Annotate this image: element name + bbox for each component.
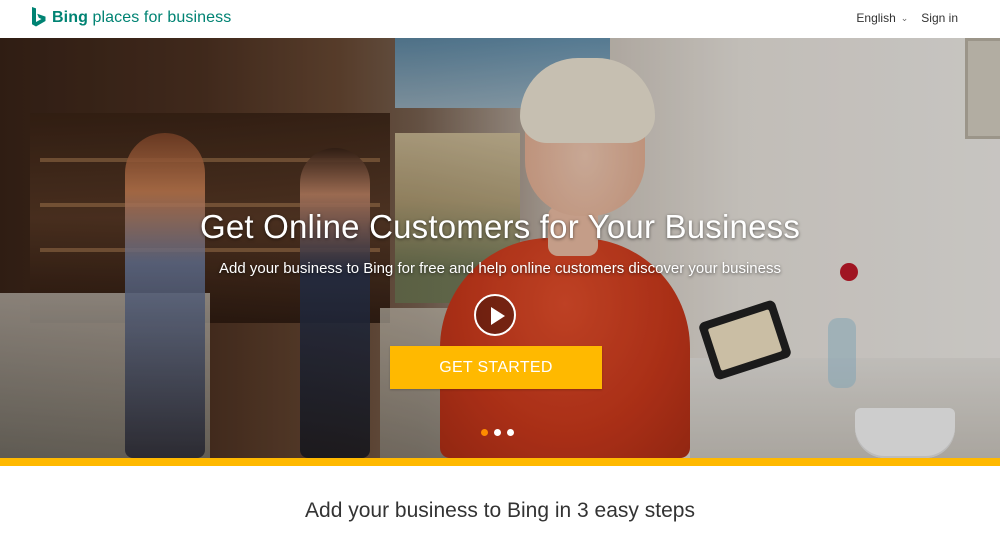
hero-subtitle: Add your business to Bing for free and h… [219, 260, 781, 277]
top-header: Bing places for business English ⌄ Sign … [0, 0, 1000, 38]
brand-bing: Bing [52, 9, 88, 26]
carousel-dot-2[interactable] [494, 429, 501, 436]
sign-in-link[interactable]: Sign in [921, 11, 958, 25]
language-selector[interactable]: English ⌄ [856, 11, 908, 25]
accent-divider [0, 458, 1000, 466]
brand-suffix: places for business [87, 9, 232, 26]
carousel-indicators [481, 429, 514, 436]
language-label: English [856, 11, 896, 25]
bing-logo-icon [32, 7, 46, 27]
carousel-dot-3[interactable] [507, 429, 514, 436]
brand-name: Bing places for business [52, 9, 231, 27]
steps-heading: Add your business to Bing in 3 easy step… [305, 499, 695, 522]
hero-banner: Get Online Customers for Your Business A… [0, 38, 1000, 458]
hero-title: Get Online Customers for Your Business [199, 208, 801, 245]
play-icon [491, 307, 505, 325]
play-video-button[interactable] [474, 294, 516, 336]
hero-overlay [0, 38, 1000, 458]
header-nav: English ⌄ Sign in [856, 11, 958, 25]
bing-places-logo[interactable]: Bing places for business [31, 7, 231, 29]
get-started-button[interactable]: GET STARTED [390, 346, 602, 389]
chevron-down-icon: ⌄ [900, 12, 909, 23]
carousel-dot-1[interactable] [481, 429, 488, 436]
